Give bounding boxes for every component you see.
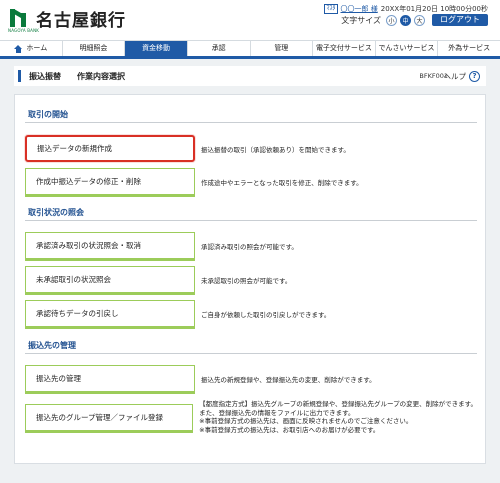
nav-statements[interactable]: 明細照会 <box>63 41 126 56</box>
home-icon <box>14 44 23 53</box>
help-link[interactable]: ヘルプ ? <box>443 70 480 82</box>
approved-status-button[interactable]: 承認済み取引の状況照会・取消 <box>25 232 195 261</box>
nav-management[interactable]: 管理 <box>251 41 314 56</box>
nav-home[interactable]: ホーム <box>0 41 63 56</box>
row-new-transfer: 振込データの新規作成 振込振替の取引（承認依頼あり）を開始できます。 <box>25 135 477 162</box>
login-datetime: 20XX年01月20日 10時00分00秒 <box>380 5 488 13</box>
section-heading-status: 取引状況の照会 <box>25 207 477 221</box>
page-title: 振込振替 <box>29 71 61 81</box>
brand-sub: NAGOYA BANK <box>8 27 40 33</box>
title-accent <box>18 70 21 82</box>
row-approved-status: 承認済み取引の状況照会・取消 承認済み取引の照会が可能です。 <box>25 232 477 261</box>
payee-group-desc-line: 【都度指定方式】振込先グループの新規登録や、登録振込先グループの変更、削除ができ… <box>199 400 477 408</box>
payee-group-desc-line: ※事前登録方式の振込先は、お取引店へのお届けが必要です。 <box>199 425 380 434</box>
brand-name: 名古屋銀行 <box>36 11 126 31</box>
section-heading-start: 取引の開始 <box>25 109 477 123</box>
font-size-small-button[interactable]: 小 <box>386 14 397 26</box>
approved-status-desc: 承認済み取引の照会が可能です。 <box>201 242 298 251</box>
font-size-label: 文字サイズ <box>341 15 381 25</box>
edit-draft-transfer-button[interactable]: 作成中振込データの修正・削除 <box>25 168 195 197</box>
new-transfer-desc: 振込振替の取引（承認依頼あり）を開始できます。 <box>201 145 350 154</box>
bank-logo[interactable]: NAGOYA BANK 名古屋銀行 <box>8 6 126 33</box>
nav-forex[interactable]: 外為サービス <box>438 41 500 56</box>
user-name-link[interactable]: 〇〇一郎 様 <box>341 4 378 14</box>
payee-management-button[interactable]: 振込先の管理 <box>25 365 195 394</box>
payee-group-file-button[interactable]: 振込先のグループ管理／ファイル登録 <box>25 403 194 433</box>
payee-group-desc-line: また、登録振込先の情報をファイルに出力できます。 <box>199 408 355 417</box>
font-size-medium-button[interactable]: 中 <box>400 14 411 26</box>
nav-home-label: ホーム <box>26 44 48 52</box>
nav-densai[interactable]: でんさいサービス <box>376 41 439 56</box>
help-label: ヘルプ <box>443 71 467 81</box>
user-info: ﾏｽﾀ 〇〇一郎 様 20XX年01月20日 10時00分00秒 <box>324 4 488 14</box>
unapproved-status-button[interactable]: 未承認取引の状況照会 <box>25 266 195 295</box>
bank-logo-icon: NAGOYA BANK <box>8 7 39 33</box>
new-transfer-data-button[interactable]: 振込データの新規作成 <box>25 135 195 162</box>
font-size-large-button[interactable]: 大 <box>414 14 425 26</box>
pullback-pending-button[interactable]: 承認待ちデータの引戻し <box>25 300 195 329</box>
main-panel: 取引の開始 振込データの新規作成 振込振替の取引（承認依頼あり）を開始できます。… <box>14 94 486 464</box>
logout-button[interactable]: ログアウト <box>432 14 488 26</box>
main-nav: ホーム 明細照会 資金移動 承認 管理 電子交付サービス でんさいサービス 外為… <box>0 40 500 59</box>
payee-group-desc-line: ※事前登録方式の振込先は、画面に反映されませんのでご注意ください。 <box>199 417 413 425</box>
page-title-bar: 振込振替 作業内容選択 BFKF001 ヘルプ ? <box>14 66 486 86</box>
payee-management-desc: 振込先の新規登録や、登録振込先の変更、削除ができます。 <box>201 375 376 384</box>
payee-group-desc: 【都度指定方式】振込先グループの新規登録や、登録振込先グループの変更、削除ができ… <box>199 400 477 434</box>
row-unapproved-status: 未承認取引の状況照会 未承認取引の照会が可能です。 <box>25 266 477 295</box>
row-payee-manage: 振込先の管理 振込先の新規登録や、登録振込先の変更、削除ができます。 <box>25 365 477 394</box>
nav-e-delivery[interactable]: 電子交付サービス <box>313 41 376 56</box>
user-role-badge: ﾏｽﾀ <box>324 4 338 14</box>
unapproved-status-desc: 未承認取引の照会が可能です。 <box>201 276 292 285</box>
edit-draft-desc: 作成途中やエラーとなった取引を修正、削除できます。 <box>201 178 363 187</box>
row-payee-group: 振込先のグループ管理／ファイル登録 【都度指定方式】振込先グループの新規登録や、… <box>25 400 477 434</box>
nav-fund-transfer[interactable]: 資金移動 <box>125 41 188 56</box>
section-heading-payee: 振込先の管理 <box>25 340 477 354</box>
header: NAGOYA BANK 名古屋銀行 ﾏｽﾀ 〇〇一郎 様 20XX年01月20日… <box>0 0 500 40</box>
row-pullback: 承認待ちデータの引戻し ご自身が依頼した取引の引戻しができます。 <box>25 300 477 329</box>
pullback-desc: ご自身が依頼した取引の引戻しができます。 <box>201 310 331 319</box>
nav-approval[interactable]: 承認 <box>188 41 251 56</box>
font-size-control: 文字サイズ 小 中 大 ログアウト <box>341 14 488 26</box>
row-edit-draft: 作成中振込データの修正・削除 作成途中やエラーとなった取引を修正、削除できます。 <box>25 168 477 197</box>
help-icon: ? <box>469 70 480 82</box>
page-subtitle: 作業内容選択 <box>77 71 125 81</box>
